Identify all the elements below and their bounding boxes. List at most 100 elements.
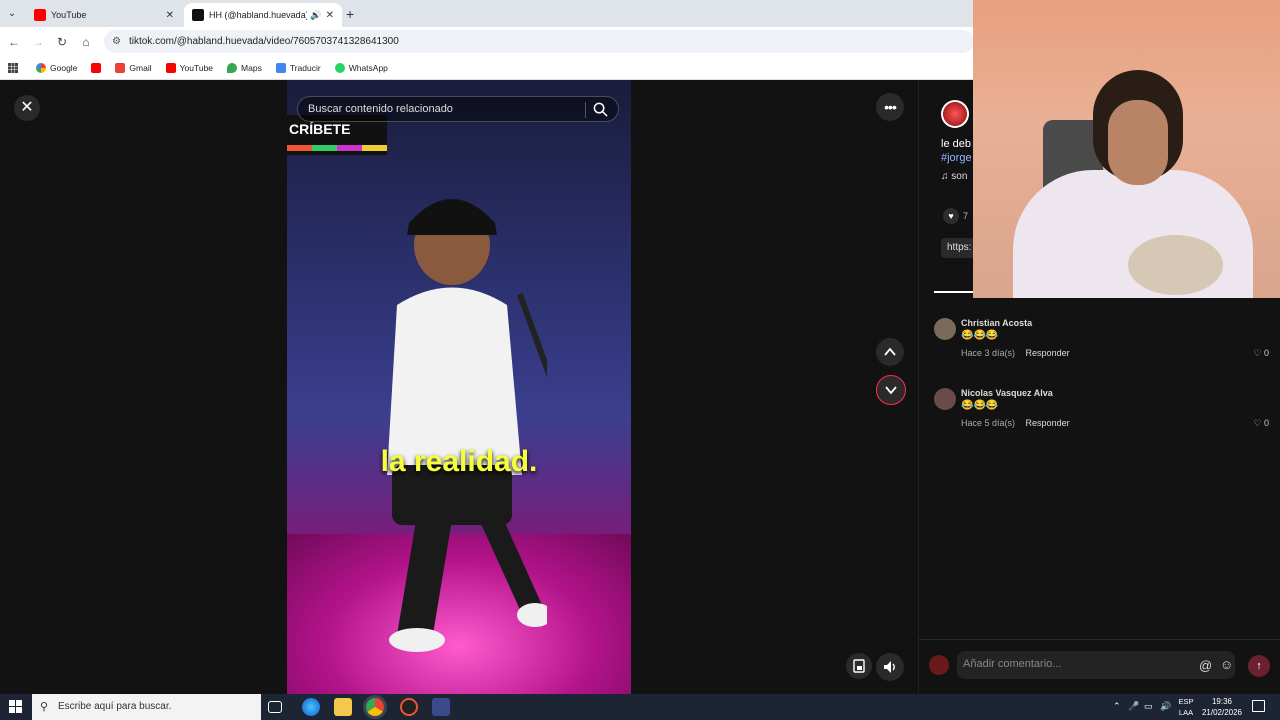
tiktok-favicon-icon (192, 9, 204, 21)
search-icon[interactable] (593, 102, 608, 117)
previous-video-button[interactable] (876, 338, 904, 366)
heart-outline-icon: ♡ (1253, 348, 1262, 358)
picture-in-picture-button[interactable] (846, 653, 872, 679)
comment-meta: Hace 5 día(s) Responder (961, 418, 1070, 428)
comment-like-count: 0 (1263, 418, 1269, 428)
volume-button[interactable] (876, 653, 904, 681)
task-view-icon[interactable] (268, 701, 282, 713)
mention-icon[interactable]: @ (1199, 658, 1212, 673)
chevron-up-icon (884, 347, 896, 356)
hashtag-link[interactable]: #jorge (941, 152, 972, 164)
comment-text: 😂😂😂 (961, 330, 999, 341)
microphone-icon[interactable]: 🎤 (1128, 701, 1139, 712)
webcam-overlay (973, 0, 1280, 298)
app-icon[interactable] (432, 698, 450, 716)
bookmark-maps[interactable]: Maps (227, 62, 262, 73)
author-avatar[interactable] (941, 100, 969, 128)
tab-tiktok[interactable]: HH (@habland.huevada) | T 🔊 ✕ (184, 3, 342, 27)
edge-icon[interactable] (302, 698, 320, 716)
user-avatar (929, 655, 949, 675)
badge-color-bar (287, 145, 387, 151)
bookmark-google[interactable]: Google (36, 62, 77, 73)
input-language[interactable]: ESP LAA (1176, 696, 1196, 718)
network-icon[interactable]: ▭ (1144, 701, 1153, 712)
like-heart-icon[interactable]: ♥ (943, 208, 959, 224)
tab-search-icon[interactable]: ⌄ (4, 6, 20, 22)
commenter-avatar[interactable] (934, 388, 956, 410)
webcam-plate (1128, 235, 1223, 295)
forward-icon[interactable]: → (30, 34, 46, 50)
chrome-icon[interactable] (366, 698, 384, 716)
search-icon: ⚲ (40, 701, 49, 713)
comment-like-button[interactable]: ♡ 0 (1253, 418, 1269, 429)
system-clock[interactable]: 19:36 21/02/2026 (1200, 696, 1244, 718)
speaker-icon[interactable]: 🔊 (1160, 701, 1171, 712)
heart-outline-icon: ♡ (1253, 418, 1262, 428)
related-search-input[interactable]: Buscar contenido relacionado (297, 96, 619, 122)
bookmark-youtube-icon-only[interactable] (91, 62, 105, 73)
back-icon[interactable]: ← (6, 34, 22, 50)
comment-time: Hace 5 día(s) (961, 418, 1016, 428)
commenter-name[interactable]: Nicolas Vasquez Alva (961, 388, 1053, 398)
notification-icon[interactable] (1252, 700, 1265, 712)
next-video-button[interactable] (876, 375, 906, 405)
whatsapp-icon (334, 62, 345, 73)
commenter-avatar[interactable] (934, 318, 956, 340)
webcam-person-face (1108, 100, 1168, 185)
chevron-down-icon (885, 386, 897, 395)
comments-tab-indicator (934, 291, 974, 293)
google-icon (36, 62, 46, 73)
send-comment-button[interactable]: ↑ (1248, 655, 1270, 677)
related-search-placeholder: Buscar contenido relacionado (308, 103, 453, 115)
bookmark-whatsapp[interactable]: WhatsApp (334, 62, 388, 73)
video-subtitle: la realidad. (380, 445, 538, 478)
commenter-name[interactable]: Christian Acosta (961, 318, 1032, 328)
url-input[interactable]: ⚙ tiktok.com/@habland.huevada/video/7605… (104, 30, 974, 53)
close-tab-icon[interactable]: ✕ (326, 10, 334, 21)
maps-icon (227, 62, 238, 73)
pip-icon (853, 659, 865, 673)
music-link[interactable]: ♫ son (941, 171, 967, 182)
bookmark-traducir[interactable]: Traducir (275, 62, 321, 73)
reply-button[interactable]: Responder (1026, 418, 1070, 428)
comedian-figure (387, 199, 547, 652)
windows-start-icon[interactable] (9, 700, 22, 713)
close-video-button[interactable]: ✕ (14, 95, 40, 121)
reload-icon[interactable]: ↻ (54, 34, 70, 50)
comment-text: 😂😂😂 (961, 400, 999, 411)
bookmark-youtube[interactable]: YouTube (165, 62, 213, 73)
gmail-icon (115, 62, 126, 73)
tab-audio-icon[interactable]: 🔊 (310, 10, 321, 21)
show-hidden-icons-icon[interactable]: ⌃ (1113, 701, 1121, 712)
comment-meta: Hace 3 día(s) Responder (961, 348, 1070, 358)
comment-time: Hace 3 día(s) (961, 348, 1016, 358)
bookmark-gmail[interactable]: Gmail (115, 62, 152, 73)
youtube-icon (91, 62, 102, 73)
taskbar-search-placeholder: Escribe aquí para buscar. (58, 701, 172, 712)
taskbar-search-input[interactable]: ⚲ Escribe aquí para buscar. (32, 694, 261, 720)
comment-like-button[interactable]: ♡ 0 (1253, 348, 1269, 359)
site-info-icon[interactable]: ⚙ (112, 36, 121, 47)
reply-button[interactable]: Responder (1026, 348, 1070, 358)
more-options-button[interactable]: ••• (876, 93, 904, 121)
youtube-favicon-icon (34, 9, 46, 21)
url-text: tiktok.com/@habland.huevada/video/760570… (128, 36, 399, 47)
translate-icon (275, 62, 286, 73)
video-description: le deb (941, 138, 971, 150)
home-icon[interactable]: ⌂ (78, 34, 94, 50)
file-explorer-icon[interactable] (334, 698, 352, 716)
emoji-icon[interactable]: ☺ (1220, 657, 1233, 672)
apps-icon[interactable] (8, 62, 18, 73)
tab-youtube[interactable]: YouTube ✕ (26, 3, 182, 27)
search-divider (585, 102, 586, 118)
tab-title: YouTube (51, 10, 87, 20)
comment-input[interactable]: Añadir comentario... (957, 651, 1235, 679)
comment-composer: Añadir comentario... @ ☺ ↑ (919, 639, 1280, 694)
tab-title: HH (@habland.huevada) | T (209, 10, 308, 20)
youtube-icon (165, 62, 176, 73)
video-player[interactable]: CRÍBETE la realidad. (287, 80, 631, 694)
windows-taskbar: ⚲ Escribe aquí para buscar. ⌃ 🎤 ▭ 🔊 ESP L… (0, 694, 1280, 720)
obs-icon[interactable] (400, 698, 418, 716)
new-tab-button[interactable]: + (346, 6, 354, 22)
close-tab-icon[interactable]: ✕ (166, 10, 174, 21)
